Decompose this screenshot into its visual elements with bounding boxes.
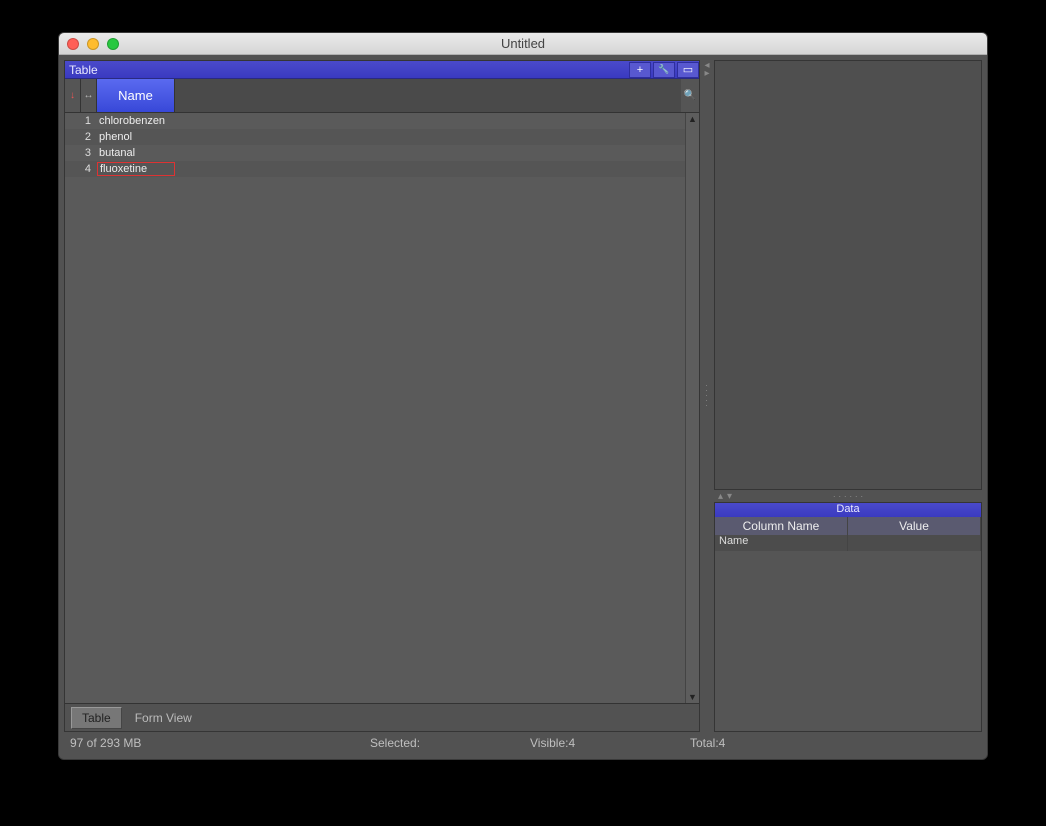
row-name[interactable]: butanal <box>97 147 175 159</box>
status-bar: 97 of 293 MB Selected: Visible:4 Total:4 <box>64 732 982 754</box>
splitter-grip-icon: ····· <box>702 384 712 409</box>
vertical-scrollbar[interactable]: ▲ ▼ <box>685 113 699 703</box>
column-header-empty <box>175 79 681 112</box>
add-button[interactable]: + <box>629 62 651 78</box>
table-row[interactable]: 1 chlorobenzen <box>65 113 685 129</box>
wrench-icon: 🔧 <box>658 64 669 75</box>
data-panel: Data Column Name Value Name <box>714 502 982 732</box>
row-number: 1 <box>65 115 97 127</box>
table-row[interactable]: 4 fluoxetine <box>65 161 685 177</box>
data-row[interactable]: Name <box>715 535 981 551</box>
right-panel: ▴▾ · · · · · · Data Column Name Value Na… <box>714 60 982 732</box>
app-window: Untitled Table + 🔧 ▭ ↓ ↔ Name 🔍 <box>58 32 988 760</box>
titlebar[interactable]: Untitled <box>59 33 987 55</box>
data-columns: Column Name Value <box>715 517 981 535</box>
row-number: 4 <box>65 163 97 175</box>
search-icon: 🔍 <box>684 90 696 101</box>
maximize-button[interactable]: ▭ <box>677 62 699 78</box>
row-number: 3 <box>65 147 97 159</box>
sort-down-icon: ↓ <box>70 90 75 101</box>
row-name[interactable]: fluoxetine <box>97 162 175 176</box>
splitter-collapse-icon[interactable]: ▴▾ <box>718 491 732 502</box>
preview-pane <box>714 60 982 490</box>
content: Table + 🔧 ▭ ↓ ↔ Name 🔍 1 chlo <box>59 55 987 759</box>
status-visible: Visible:4 <box>530 736 650 750</box>
data-panel-title: Data <box>715 503 981 517</box>
splitter-grip-icon: · · · · · · <box>833 491 864 501</box>
scroll-up-icon[interactable]: ▲ <box>686 114 699 124</box>
row-name[interactable]: phenol <box>97 131 175 143</box>
window-title: Untitled <box>59 36 987 51</box>
data-col-value[interactable]: Value <box>848 517 981 535</box>
table-panel-header: Table + 🔧 ▭ <box>65 61 699 79</box>
search-button[interactable]: 🔍 <box>681 79 699 112</box>
status-memory: 97 of 293 MB <box>70 736 330 750</box>
settings-button[interactable]: 🔧 <box>653 62 675 78</box>
upper-area: Table + 🔧 ▭ ↓ ↔ Name 🔍 1 chlo <box>64 60 982 732</box>
tab-table[interactable]: Table <box>71 707 122 729</box>
data-col-name[interactable]: Column Name <box>715 517 848 535</box>
view-tabs: Table Form View <box>65 703 699 731</box>
vertical-splitter[interactable]: ◂▸ ····· <box>700 60 714 732</box>
column-header-row: ↓ ↔ Name 🔍 <box>65 79 699 113</box>
resize-button[interactable]: ↔ <box>81 79 97 112</box>
data-cell-value[interactable] <box>848 535 981 551</box>
table-row[interactable]: 2 phenol <box>65 129 685 145</box>
status-total: Total:4 <box>690 736 725 750</box>
status-selected: Selected: <box>370 736 490 750</box>
column-header-name[interactable]: Name <box>97 79 175 112</box>
sort-button[interactable]: ↓ <box>65 79 81 112</box>
horizontal-splitter[interactable]: ▴▾ · · · · · · <box>714 490 982 502</box>
window-icon: ▭ <box>683 63 693 76</box>
table-rows: 1 chlorobenzen 2 phenol 3 butanal 4 <box>65 113 685 703</box>
data-cell-name: Name <box>715 535 848 551</box>
scroll-down-icon[interactable]: ▼ <box>686 692 699 702</box>
plus-icon: + <box>637 64 643 76</box>
table-row[interactable]: 3 butanal <box>65 145 685 161</box>
left-panel: Table + 🔧 ▭ ↓ ↔ Name 🔍 1 chlo <box>64 60 700 732</box>
row-name[interactable]: chlorobenzen <box>97 115 175 127</box>
row-number: 2 <box>65 131 97 143</box>
splitter-collapse-icon[interactable]: ◂▸ <box>704 62 709 78</box>
resize-horizontal-icon: ↔ <box>84 90 94 101</box>
tab-form[interactable]: Form View <box>124 707 203 729</box>
table-panel-title: Table <box>69 63 627 77</box>
data-body-empty <box>715 551 981 731</box>
table-body: 1 chlorobenzen 2 phenol 3 butanal 4 <box>65 113 699 703</box>
